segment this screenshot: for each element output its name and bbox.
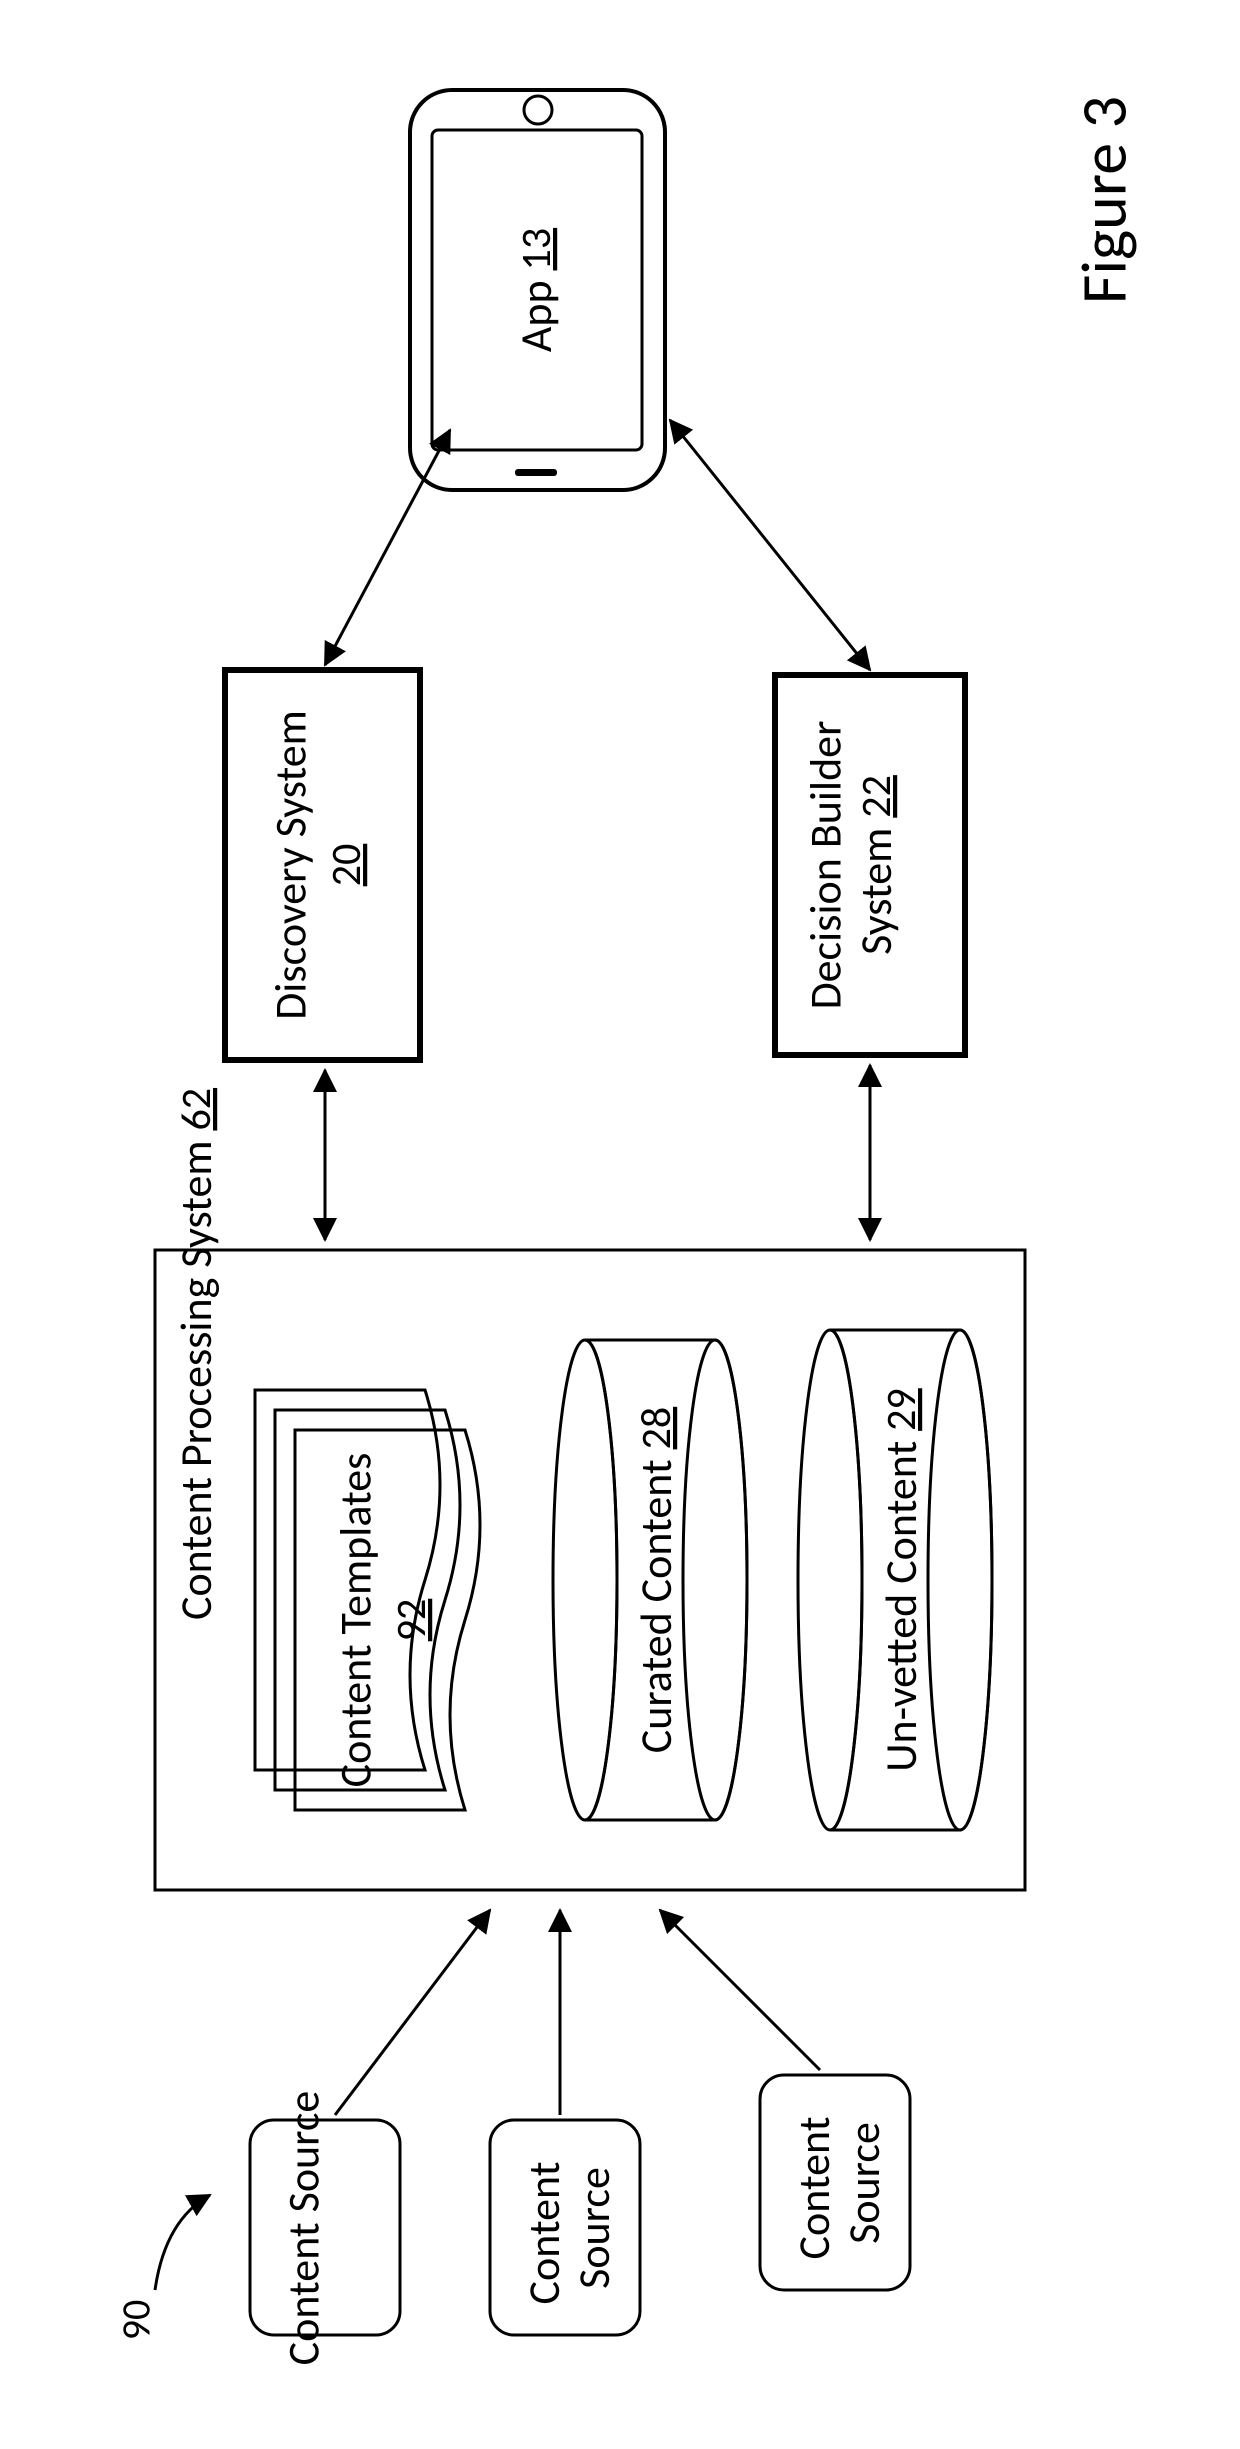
content-source-1: Content Source bbox=[250, 2091, 400, 2366]
arrow-discovery-app bbox=[325, 430, 450, 665]
content-source-2: Content Source bbox=[490, 2120, 640, 2335]
curated-content-label: Curated Content 28 bbox=[629, 1407, 683, 1753]
arrow-decision-app bbox=[670, 420, 870, 670]
device-speaker-icon bbox=[515, 469, 557, 476]
content-source-1-label: Content Source bbox=[277, 2091, 331, 2366]
content-templates-label: Content Templates bbox=[329, 1453, 383, 1788]
figure-label: Figure 3 bbox=[1065, 96, 1143, 304]
content-processing-system: Content Processing System 62 Content Tem… bbox=[155, 1088, 1025, 1890]
decision-builder-line1: Decision Builder bbox=[799, 721, 853, 1010]
content-templates-ref: 92 bbox=[386, 1599, 437, 1642]
device-home-button-icon bbox=[524, 96, 552, 124]
content-source-3: Content Source bbox=[760, 2075, 910, 2290]
unvetted-content-db: Un-vetted Content 29 bbox=[798, 1330, 992, 1830]
discovery-system: Discovery System 20 bbox=[225, 670, 420, 1060]
discovery-system-ref: 20 bbox=[321, 844, 372, 887]
decision-builder-line2: System 22 bbox=[849, 775, 903, 955]
cps-title: Content Processing System 62 bbox=[169, 1088, 223, 1620]
unvetted-content-label: Un-vetted Content 29 bbox=[874, 1388, 928, 1771]
content-source-2-label: Content Source bbox=[517, 2152, 621, 2305]
app-device: App 13 bbox=[410, 90, 665, 490]
caption-number: 90 bbox=[112, 2300, 161, 2341]
app-label: App 13 bbox=[509, 228, 563, 352]
discovery-system-label: Discovery System bbox=[264, 710, 318, 1020]
figure-3-diagram: 90 Content Source Content Source Content… bbox=[0, 0, 1240, 2449]
curated-content-db: Curated Content 28 bbox=[553, 1340, 747, 1820]
caption-pointer bbox=[155, 2195, 210, 2290]
content-templates: Content Templates 92 bbox=[255, 1390, 480, 1810]
arrow-source1-cps bbox=[335, 1910, 490, 2115]
content-source-3-label: Content Source bbox=[787, 2107, 891, 2260]
decision-builder-system: Decision Builder System 22 bbox=[775, 675, 965, 1055]
arrow-source3-cps bbox=[660, 1910, 820, 2070]
